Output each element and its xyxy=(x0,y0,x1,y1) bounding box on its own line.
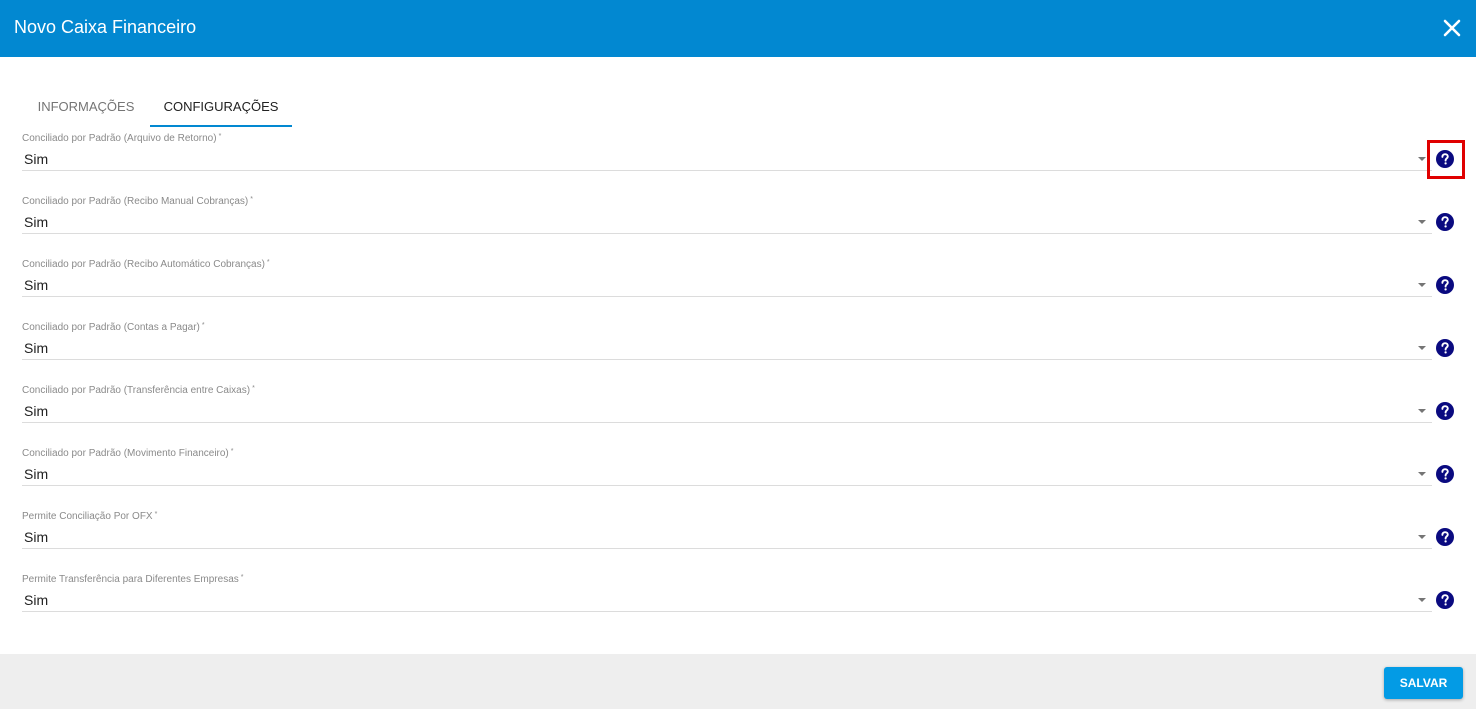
question-circle-icon[interactable] xyxy=(1436,276,1454,294)
select-value: Sim xyxy=(24,466,49,482)
select-value: Sim xyxy=(24,214,49,230)
dropdown-arrow-icon[interactable] xyxy=(1418,346,1426,350)
field-conciliado-arquivo-retorno: Conciliado por Padrão (Arquivo de Retorn… xyxy=(22,133,1432,183)
question-circle-icon[interactable] xyxy=(1436,402,1454,420)
select-conciliado-recibo-manual[interactable]: Sim xyxy=(22,210,1432,234)
field-conciliado-movimento-financeiro: Conciliado por Padrão (Movimento Finance… xyxy=(22,448,1432,498)
active-tab-indicator xyxy=(150,125,292,127)
select-value: Sim xyxy=(24,151,49,167)
dropdown-arrow-icon[interactable] xyxy=(1418,220,1426,224)
dropdown-arrow-icon[interactable] xyxy=(1418,283,1426,287)
select-conciliado-recibo-automatico[interactable]: Sim xyxy=(22,273,1432,297)
select-value: Sim xyxy=(24,277,49,293)
field-label: Conciliado por Padrão (Movimento Finance… xyxy=(22,448,234,459)
select-conciliado-movimento-financeiro[interactable]: Sim xyxy=(22,462,1432,486)
tab-informacoes[interactable]: INFORMAÇÕES xyxy=(22,88,150,128)
field-label: Conciliado por Padrão (Transferência ent… xyxy=(22,385,255,396)
select-permite-transferencia-empresas[interactable]: Sim xyxy=(22,588,1432,612)
highlight-box xyxy=(1427,140,1465,179)
select-value: Sim xyxy=(24,340,49,356)
field-conciliado-recibo-manual: Conciliado por Padrão (Recibo Manual Cob… xyxy=(22,196,1432,246)
question-circle-icon[interactable] xyxy=(1436,213,1454,231)
field-conciliado-transferencia-caixas: Conciliado por Padrão (Transferência ent… xyxy=(22,385,1432,435)
field-permite-transferencia-empresas: Permite Transferência para Diferentes Em… xyxy=(22,574,1432,624)
close-icon[interactable] xyxy=(1441,17,1463,39)
select-value: Sim xyxy=(24,592,49,608)
dialog-header: Novo Caixa Financeiro xyxy=(0,0,1476,57)
dropdown-arrow-icon[interactable] xyxy=(1418,472,1426,476)
dropdown-arrow-icon[interactable] xyxy=(1418,598,1426,602)
tab-configuracoes[interactable]: CONFIGURAÇÕES xyxy=(150,88,292,128)
field-label: Permite Conciliação Por OFX * xyxy=(22,511,158,522)
select-conciliado-transferencia-caixas[interactable]: Sim xyxy=(22,399,1432,423)
question-circle-icon[interactable] xyxy=(1436,465,1454,483)
dropdown-arrow-icon[interactable] xyxy=(1418,157,1426,161)
field-label: Conciliado por Padrão (Contas a Pagar) * xyxy=(22,322,205,333)
tab-label: CONFIGURAÇÕES xyxy=(163,99,279,114)
save-button[interactable]: SALVAR xyxy=(1384,667,1463,699)
dropdown-arrow-icon[interactable] xyxy=(1418,535,1426,539)
question-circle-icon[interactable] xyxy=(1436,339,1454,357)
field-label: Permite Transferência para Diferentes Em… xyxy=(22,574,244,585)
field-conciliado-contas-pagar: Conciliado por Padrão (Contas a Pagar) * … xyxy=(22,322,1432,372)
field-conciliado-recibo-automatico: Conciliado por Padrão (Recibo Automático… xyxy=(22,259,1432,309)
field-label: Conciliado por Padrão (Arquivo de Retorn… xyxy=(22,133,222,144)
dropdown-arrow-icon[interactable] xyxy=(1418,409,1426,413)
dialog-footer xyxy=(0,654,1476,709)
tab-label: INFORMAÇÕES xyxy=(37,99,135,114)
question-circle-icon[interactable] xyxy=(1436,528,1454,546)
field-permite-conciliacao-ofx: Permite Conciliação Por OFX * Sim xyxy=(22,511,1432,561)
select-value: Sim xyxy=(24,529,49,545)
question-circle-icon[interactable] xyxy=(1436,591,1454,609)
dialog-title: Novo Caixa Financeiro xyxy=(14,17,197,37)
field-label: Conciliado por Padrão (Recibo Manual Cob… xyxy=(22,196,253,207)
field-label: Conciliado por Padrão (Recibo Automático… xyxy=(22,259,270,270)
select-value: Sim xyxy=(24,403,49,419)
select-permite-conciliacao-ofx[interactable]: Sim xyxy=(22,525,1432,549)
select-conciliado-contas-pagar[interactable]: Sim xyxy=(22,336,1432,360)
select-conciliado-arquivo-retorno[interactable]: Sim xyxy=(22,147,1432,171)
